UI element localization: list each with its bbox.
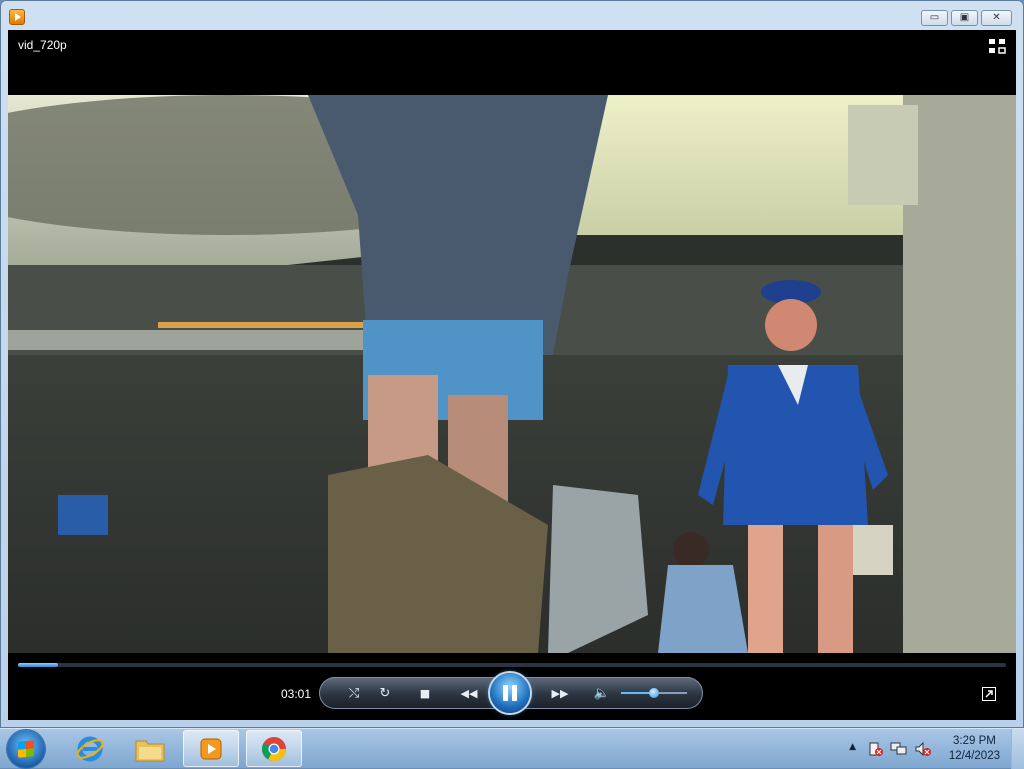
taskbar: ▲ 3:29 PM 12/4/2023 [0,728,1024,769]
taskbar-windows-media-player[interactable] [183,730,239,767]
media-player-window: ▭ ▣ ✕ vid_720p 03:01 ⤭ ↻ ■ ◀◀ ▶▶ 🔈 [0,0,1024,728]
maximize-icon: ▣ [959,12,970,23]
repeat-icon[interactable]: ↻ [376,685,394,701]
start-button[interactable] [7,730,45,768]
volume-slider[interactable] [621,688,687,698]
clock-time: 3:29 PM [953,735,996,747]
media-player-icon [200,738,222,759]
taskbar-internet-explorer[interactable] [62,730,118,767]
clock-date: 12/4/2023 [948,750,1000,762]
player-area[interactable]: vid_720p 03:01 ⤭ ↻ ■ ◀◀ ▶▶ 🔈 [8,30,1016,720]
video-frame[interactable] [8,95,1016,653]
stop-icon[interactable]: ■ [416,685,434,701]
shuffle-icon[interactable]: ⤭ [345,685,363,701]
seek-progress [18,663,58,667]
minimize-button[interactable]: ▭ [921,10,948,26]
close-button[interactable]: ✕ [981,10,1012,26]
chrome-icon [261,736,286,761]
pause-icon [503,685,508,701]
volume-muted-icon[interactable] [914,741,932,757]
taskbar-google-chrome[interactable] [246,730,302,767]
seek-bar[interactable] [18,663,1006,667]
fullscreen-icon[interactable] [982,687,996,701]
next-icon[interactable]: ▶▶ [546,685,574,701]
network-icon[interactable] [890,741,908,757]
taskbar-file-explorer[interactable] [122,730,178,767]
previous-icon[interactable]: ◀◀ [455,685,483,701]
taskbar-clock[interactable]: 3:29 PM 12/4/2023 [949,734,1000,764]
volume-knob[interactable] [649,688,659,698]
switch-to-library-icon[interactable] [988,38,1006,54]
current-time: 03:01 [281,687,312,701]
folder-icon [135,740,165,761]
media-player-icon [9,9,25,25]
window-controls: ▭ ▣ ✕ [921,10,1012,26]
media-title: vid_720p [18,38,67,52]
action-center-icon[interactable] [868,741,884,757]
close-icon: ✕ [992,12,1001,23]
playback-controls: ⤭ ↻ ■ ◀◀ ▶▶ 🔈 [319,673,703,713]
show-desktop-button[interactable] [1011,729,1024,769]
minimize-icon: ▭ [929,12,940,23]
pause-button[interactable] [490,673,530,713]
show-hidden-icons-icon[interactable]: ▲ [849,742,856,752]
maximize-button[interactable]: ▣ [951,10,978,26]
speaker-icon[interactable]: 🔈 [593,685,611,701]
internet-explorer-icon [76,736,104,761]
